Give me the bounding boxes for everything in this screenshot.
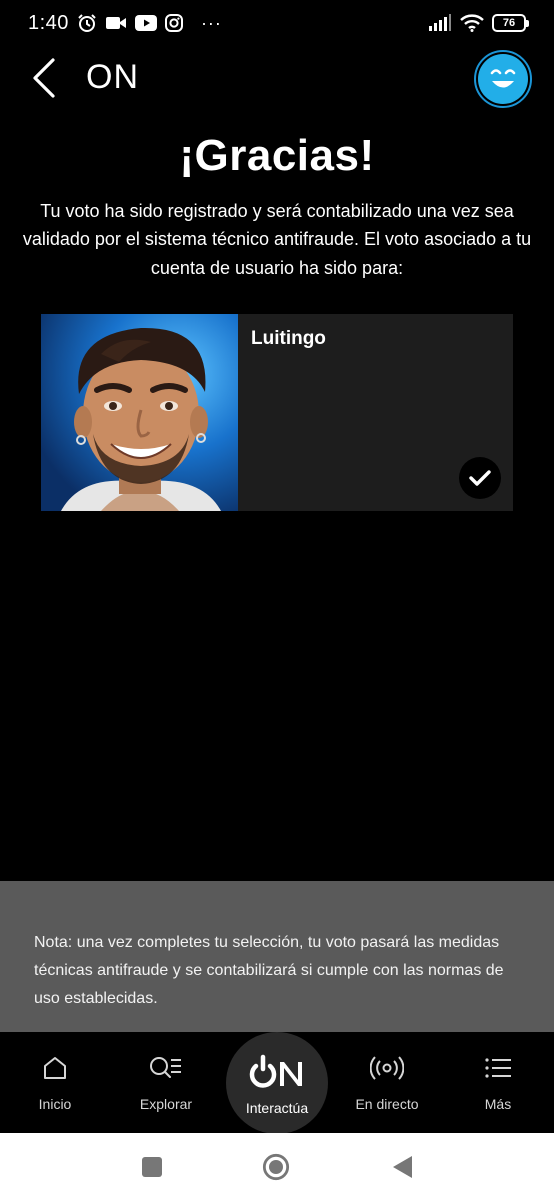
video-camera-icon bbox=[105, 15, 127, 31]
nav-item-inicio[interactable]: Inicio bbox=[5, 1050, 105, 1112]
home-system-button[interactable] bbox=[262, 1153, 290, 1181]
page-title: ON bbox=[86, 58, 139, 96]
nav-label-inicio: Inicio bbox=[38, 1096, 72, 1112]
selected-check-badge bbox=[459, 457, 501, 499]
status-time: 1:40 bbox=[28, 11, 69, 34]
nav-label-interactua: Interactúa bbox=[245, 1100, 309, 1116]
vote-confirmation-text: Tu voto ha sido registrado y será contab… bbox=[22, 200, 532, 278]
chevron-left-icon bbox=[33, 58, 55, 98]
square-icon bbox=[142, 1157, 162, 1177]
wifi-icon bbox=[460, 14, 484, 32]
battery-icon: 76 bbox=[492, 14, 529, 32]
note-panel: Nota: una vez completes tu selección, tu… bbox=[0, 881, 554, 1032]
battery-level: 76 bbox=[502, 17, 516, 29]
on-logo-icon bbox=[249, 1046, 305, 1096]
nav-label-explorar: Explorar bbox=[139, 1096, 193, 1112]
instagram-icon bbox=[164, 14, 183, 32]
recent-apps-button[interactable] bbox=[138, 1153, 166, 1181]
signal-icon bbox=[428, 14, 452, 32]
back-button[interactable] bbox=[24, 56, 64, 100]
status-bar: 1:40 ··· 76 bbox=[0, 0, 554, 46]
circle-icon bbox=[262, 1153, 290, 1181]
back-system-button[interactable] bbox=[388, 1153, 416, 1181]
live-icon bbox=[370, 1050, 404, 1086]
candidate-name: Luitingo bbox=[251, 328, 326, 349]
nav-label-en-directo: En directo bbox=[355, 1096, 419, 1112]
checkmark-icon bbox=[469, 470, 491, 486]
note-text: Nota: una vez completes tu selección, tu… bbox=[34, 934, 504, 1007]
alarm-icon bbox=[77, 13, 97, 33]
status-icons-right: 76 bbox=[428, 14, 529, 32]
triangle-back-icon bbox=[393, 1156, 412, 1178]
user-avatar-button[interactable] bbox=[474, 50, 532, 108]
nav-item-mas[interactable]: Más bbox=[448, 1050, 548, 1112]
menu-icon bbox=[484, 1050, 512, 1086]
app-header: ON bbox=[0, 46, 554, 108]
candidate-photo bbox=[41, 314, 238, 511]
main-content: ¡Gracias! Tu voto ha sido registrado y s… bbox=[0, 130, 554, 511]
vote-card: Luitingo bbox=[41, 314, 513, 511]
thanks-title: ¡Gracias! bbox=[179, 131, 375, 180]
status-icons-left: ··· bbox=[77, 13, 222, 34]
home-icon bbox=[42, 1050, 68, 1086]
bottom-nav: Inicio Explorar Interactúa En directo Má… bbox=[0, 1032, 554, 1134]
nav-item-interactua[interactable]: Interactúa bbox=[226, 1032, 328, 1134]
explore-icon bbox=[149, 1050, 183, 1086]
nav-item-explorar[interactable]: Explorar bbox=[116, 1050, 216, 1112]
nav-item-en-directo[interactable]: En directo bbox=[337, 1050, 437, 1112]
youtube-icon bbox=[134, 15, 157, 31]
smiley-avatar-icon bbox=[478, 54, 528, 104]
system-nav-bar bbox=[0, 1133, 554, 1200]
more-notifications-icon: ··· bbox=[200, 12, 222, 33]
nav-label-mas: Más bbox=[484, 1096, 512, 1112]
